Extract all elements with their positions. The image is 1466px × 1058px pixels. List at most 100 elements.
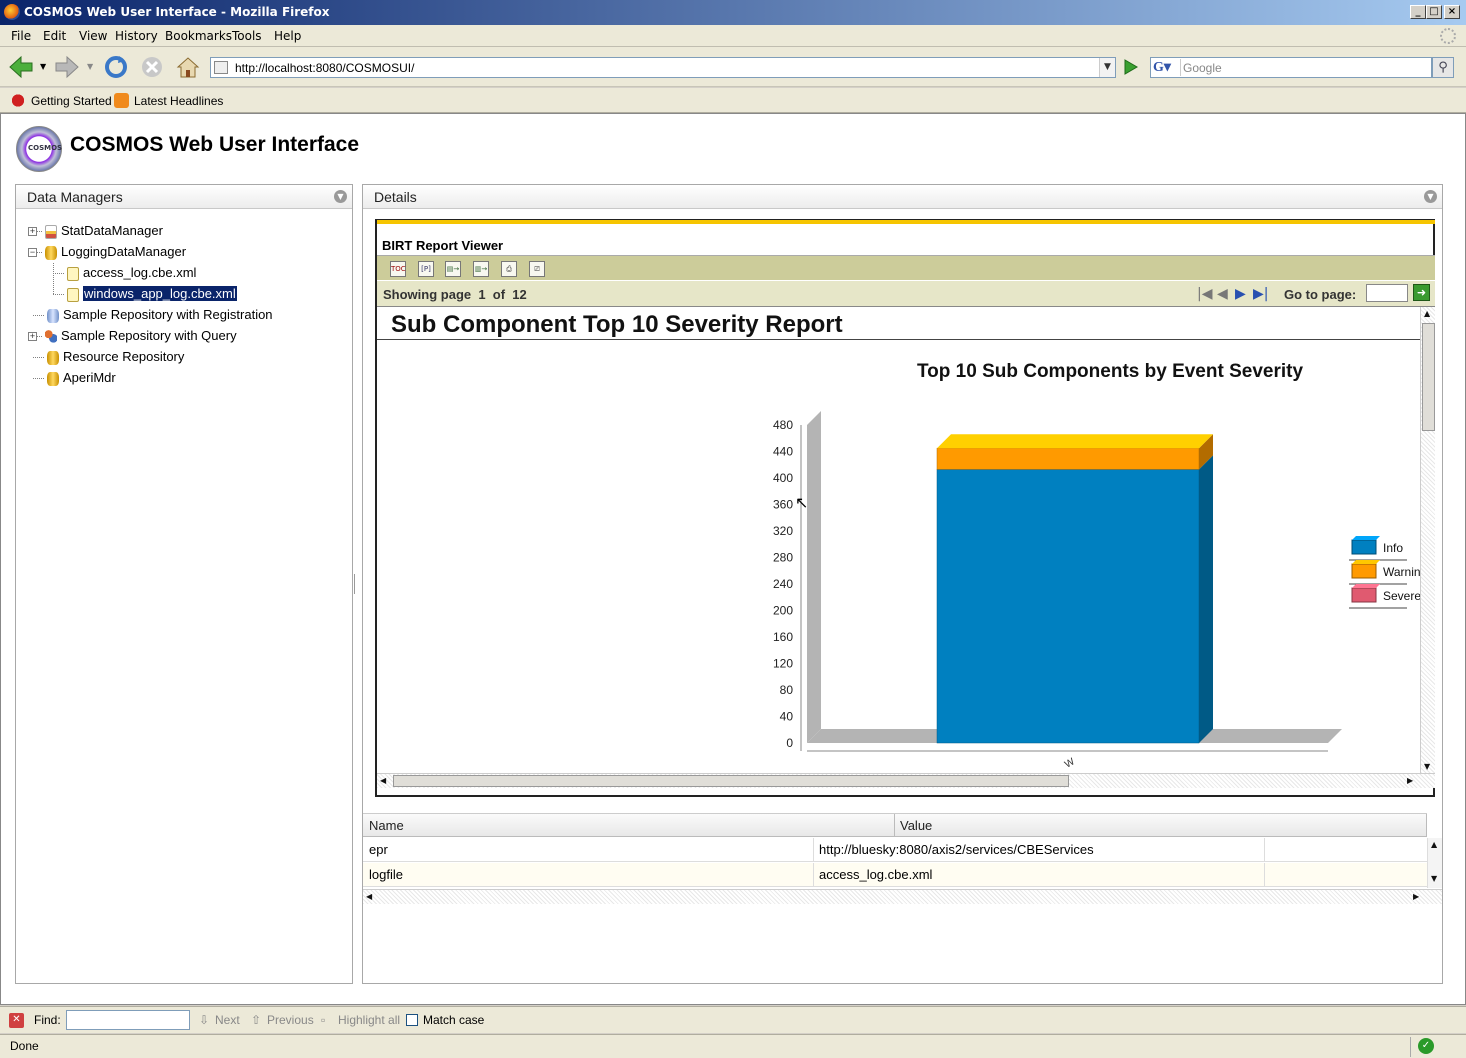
- next-page-icon[interactable]: ▶: [1235, 286, 1246, 302]
- goto-page-input[interactable]: [1366, 284, 1408, 302]
- scroll-right-icon[interactable]: ▶: [1413, 892, 1419, 901]
- previous-page-icon[interactable]: ◀: [1217, 286, 1228, 302]
- tree-item-label[interactable]: access_log.cbe.xml: [83, 265, 196, 280]
- menu-edit[interactable]: Edit: [43, 29, 66, 43]
- last-page-icon[interactable]: ▶|: [1253, 286, 1268, 302]
- bookmark-latest-headlines[interactable]: Latest Headlines: [134, 94, 223, 108]
- home-icon[interactable]: [175, 55, 201, 79]
- tree-item-sample-repository-query[interactable]: + Sample Repository with Query: [28, 326, 237, 345]
- report-vertical-scrollbar[interactable]: ▲ ▼: [1420, 307, 1435, 773]
- scroll-left-icon[interactable]: ◀: [366, 892, 372, 901]
- menu-history[interactable]: History: [115, 29, 158, 43]
- go-button-icon[interactable]: [1119, 56, 1141, 78]
- scroll-up-icon[interactable]: ▲: [1431, 840, 1437, 849]
- report-horizontal-scrollbar[interactable]: ◀ ▶: [377, 773, 1435, 788]
- column-header-name[interactable]: Name: [369, 818, 404, 833]
- reload-icon[interactable]: [103, 55, 129, 79]
- menu-file[interactable]: File: [11, 29, 31, 43]
- tree-item-sample-repository-registration[interactable]: Sample Repository with Registration: [33, 305, 273, 324]
- highlight-icon[interactable]: ▫: [321, 1013, 325, 1027]
- search-box[interactable]: G▾ Google: [1150, 57, 1432, 78]
- forward-arrow-icon[interactable]: [54, 55, 80, 79]
- parameters-icon[interactable]: [P]: [418, 261, 434, 277]
- close-window-button[interactable]: ×: [1444, 5, 1460, 19]
- find-next-icon[interactable]: ⇩: [199, 1013, 209, 1027]
- search-button-icon[interactable]: ⚲: [1432, 57, 1454, 78]
- tree-item-aperimdr[interactable]: AperiMdr: [33, 368, 116, 387]
- tree-item-label[interactable]: LoggingDataManager: [61, 244, 186, 259]
- maximize-button[interactable]: □: [1426, 5, 1442, 19]
- close-find-bar-icon[interactable]: ✕: [9, 1013, 24, 1028]
- tree-item-access-log[interactable]: access_log.cbe.xml: [53, 263, 196, 282]
- table-horizontal-scrollbar[interactable]: ◀ ▶: [363, 889, 1442, 904]
- search-placeholder[interactable]: Google: [1183, 61, 1222, 75]
- bar-side: [1199, 455, 1213, 743]
- column-header-value[interactable]: Value: [900, 818, 932, 833]
- collapse-icon[interactable]: ▼: [334, 190, 347, 203]
- tree-item-label[interactable]: StatDataManager: [61, 223, 163, 238]
- expand-icon[interactable]: +: [28, 227, 37, 237]
- tree-item-label[interactable]: Sample Repository with Query: [61, 328, 237, 343]
- scroll-down-icon[interactable]: ▼: [1424, 762, 1430, 771]
- chart-title: Top 10 Sub Components by Event Severity: [917, 361, 1303, 382]
- expand-icon[interactable]: +: [28, 332, 37, 342]
- url-dropdown-icon[interactable]: ▼: [1099, 58, 1115, 77]
- scroll-left-icon[interactable]: ◀: [380, 776, 386, 785]
- tree-item-label-selected[interactable]: windows_app_log.cbe.xml: [82, 285, 238, 302]
- tree-item-label[interactable]: Sample Repository with Registration: [63, 307, 273, 322]
- tree-item-statdatamanager[interactable]: + StatDataManager: [28, 221, 163, 240]
- goto-page-button-icon[interactable]: ➜: [1413, 284, 1430, 301]
- bookmarks-toolbar: Getting Started Latest Headlines: [0, 88, 1466, 113]
- table-row[interactable]: epr http://bluesky:8080/axis2/services/C…: [363, 838, 1427, 862]
- stop-icon[interactable]: [139, 55, 165, 79]
- column-divider[interactable]: [894, 814, 895, 837]
- legend-item-severe: Severe: [1349, 584, 1420, 609]
- export-report-icon[interactable]: ▥→: [473, 261, 489, 277]
- url-text[interactable]: http://localhost:8080/COSMOSUI/: [235, 61, 414, 75]
- find-previous-button[interactable]: Previous: [267, 1013, 314, 1027]
- match-case-checkbox[interactable]: [406, 1014, 418, 1026]
- collapse-icon[interactable]: ▼: [1424, 190, 1437, 203]
- y-tick-label: 0: [786, 736, 793, 750]
- scroll-down-icon[interactable]: ▼: [1431, 874, 1437, 883]
- print-icon[interactable]: ⎙: [501, 261, 517, 277]
- collapse-tree-icon[interactable]: −: [28, 248, 37, 258]
- scroll-up-icon[interactable]: ▲: [1424, 309, 1430, 318]
- match-case-label[interactable]: Match case: [423, 1013, 484, 1027]
- forward-dropdown-icon[interactable]: ▼: [87, 62, 93, 71]
- tree-item-resource-repository[interactable]: Resource Repository: [33, 347, 184, 366]
- back-arrow-icon[interactable]: [8, 55, 34, 79]
- menu-view[interactable]: View: [79, 29, 107, 43]
- find-input[interactable]: [66, 1010, 190, 1030]
- bookmark-getting-started[interactable]: Getting Started: [31, 94, 112, 108]
- database-icon: [47, 350, 59, 365]
- google-engine-icon[interactable]: G▾: [1153, 59, 1181, 76]
- back-dropdown-icon[interactable]: ▼: [40, 62, 46, 71]
- menu-tools[interactable]: Tools: [232, 29, 262, 43]
- tree-item-label[interactable]: Resource Repository: [63, 349, 184, 364]
- highlight-all-button[interactable]: Highlight all: [338, 1013, 400, 1027]
- toc-icon[interactable]: TOC: [390, 261, 406, 277]
- throbber-icon: [1440, 28, 1456, 44]
- scroll-right-icon[interactable]: ▶: [1407, 776, 1413, 785]
- find-next-button[interactable]: Next: [215, 1013, 240, 1027]
- y-tick-label: 160: [773, 630, 793, 644]
- tree-item-loggingdatamanager[interactable]: − LoggingDataManager: [28, 242, 186, 261]
- table-vertical-scrollbar[interactable]: ▲ ▼: [1427, 838, 1442, 888]
- menu-help[interactable]: Help: [274, 29, 301, 43]
- scroll-thumb[interactable]: [1422, 323, 1435, 431]
- table-row[interactable]: logfile access_log.cbe.xml: [363, 863, 1427, 887]
- panel-splitter[interactable]: [354, 574, 358, 594]
- menu-bookmarks[interactable]: Bookmarks: [165, 29, 232, 43]
- find-previous-icon[interactable]: ⇧: [251, 1013, 261, 1027]
- url-bar[interactable]: http://localhost:8080/COSMOSUI/ ▼: [210, 57, 1116, 78]
- scroll-thumb[interactable]: [393, 775, 1069, 787]
- tree-item-label[interactable]: AperiMdr: [63, 370, 116, 385]
- column-divider[interactable]: [1426, 814, 1427, 837]
- first-page-icon[interactable]: |◀: [1197, 286, 1212, 302]
- export-data-icon[interactable]: ▤→: [445, 261, 461, 277]
- print-server-icon[interactable]: ⎚: [529, 261, 545, 277]
- minimize-button[interactable]: _: [1410, 5, 1426, 19]
- page-content: COSMOS COSMOS Web User Interface Data Ma…: [0, 113, 1466, 1005]
- tree-item-windows-app-log[interactable]: windows_app_log.cbe.xml: [53, 284, 238, 303]
